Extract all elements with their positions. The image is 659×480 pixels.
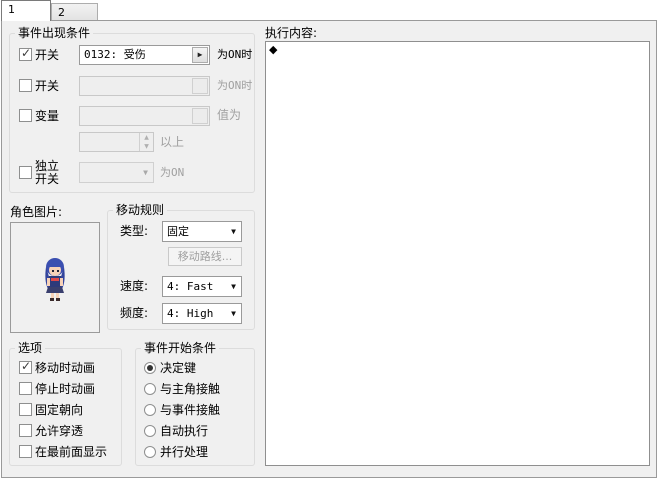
trigger-label: 与主角接触	[160, 382, 221, 396]
move-type-select[interactable]: 固定 ▼	[162, 221, 242, 242]
trigger-radio-player-touch[interactable]	[144, 383, 156, 395]
event-commands-list[interactable]: ◆	[265, 41, 650, 466]
command-line-empty[interactable]: ◆	[269, 43, 277, 57]
conditions-title: 事件出现条件	[15, 26, 94, 40]
variable-amount-suffix: 以上	[160, 135, 185, 149]
trigger-radio-action-button[interactable]	[144, 362, 156, 374]
stepper-arrows[interactable]: ▲ ▼	[139, 133, 153, 151]
tab-label: 1	[8, 3, 15, 16]
ellipsis-icon	[192, 78, 208, 94]
move-type-value: 固定	[167, 225, 189, 238]
self-switch-label-line2: 开关	[35, 172, 60, 186]
switch2-label: 开关	[35, 79, 60, 93]
move-freq-label: 频度:	[120, 306, 149, 320]
move-freq-select[interactable]: 4: High ▼	[162, 303, 242, 324]
variable-field[interactable]	[79, 106, 210, 126]
switch2-checkbox[interactable]	[19, 79, 32, 92]
option-label: 固定朝向	[35, 403, 84, 417]
chevron-down-icon: ▼	[143, 168, 148, 177]
ellipsis-icon[interactable]: ▶	[192, 47, 208, 63]
option-checkbox-through[interactable]	[19, 424, 32, 437]
check-icon: ✓	[21, 359, 32, 373]
switch1-checkbox[interactable]: ✓	[19, 46, 32, 61]
ellipsis-icon	[192, 108, 208, 124]
trigger-radio-event-touch[interactable]	[144, 404, 156, 416]
option-label: 移动时动画	[35, 361, 96, 375]
move-type-label: 类型:	[120, 224, 149, 238]
check-icon: ✓	[21, 46, 32, 60]
tab-page-1[interactable]: 1	[1, 0, 51, 21]
move-speed-select[interactable]: 4: Fast ▼	[162, 276, 242, 297]
movement-title: 移动规则	[113, 203, 168, 217]
switch1-suffix: 为ON时	[217, 48, 253, 61]
variable-label: 变量	[35, 109, 60, 123]
self-switch-select[interactable]: ▼	[79, 162, 154, 183]
option-checkbox-step-anim[interactable]	[19, 382, 32, 395]
option-checkbox-walk-anim[interactable]: ✓	[19, 359, 32, 374]
trigger-label: 决定键	[160, 361, 197, 375]
trigger-label: 与事件接触	[160, 403, 221, 417]
character-sprite	[45, 258, 65, 301]
option-label: 停止时动画	[35, 382, 96, 396]
options-title: 选项	[15, 341, 46, 355]
chevron-down-icon[interactable]: ▼	[140, 142, 153, 151]
switch2-field[interactable]	[79, 76, 210, 96]
trigger-title: 事件开始条件	[141, 341, 220, 355]
variable-suffix: 值为	[217, 108, 242, 122]
trigger-label: 并行处理	[160, 445, 209, 459]
tab-label: 2	[58, 6, 65, 19]
option-label: 允许穿透	[35, 424, 84, 438]
character-graphic[interactable]	[10, 222, 100, 333]
switch2-suffix: 为ON时	[217, 79, 253, 92]
variable-checkbox[interactable]	[19, 109, 32, 122]
switch1-value: 0132: 受伤	[84, 48, 146, 61]
switch1-label: 开关	[35, 48, 60, 62]
move-freq-value: 4: High	[167, 307, 214, 320]
self-switch-label-line1: 独立	[35, 159, 60, 173]
chevron-down-icon: ▼	[231, 282, 236, 291]
trigger-label: 自动执行	[160, 424, 209, 438]
contents-title: 执行内容:	[265, 26, 318, 40]
trigger-radio-autorun[interactable]	[144, 425, 156, 437]
self-switch-suffix: 为ON	[160, 166, 185, 179]
trigger-radio-parallel[interactable]	[144, 446, 156, 458]
radio-dot	[147, 365, 153, 371]
switch1-field[interactable]: 0132: 受伤 ▶	[79, 45, 210, 65]
chevron-down-icon: ▼	[231, 227, 236, 236]
move-speed-label: 速度:	[120, 279, 149, 293]
variable-amount-stepper[interactable]: ▲ ▼	[79, 132, 154, 152]
chevron-down-icon: ▼	[231, 309, 236, 318]
move-route-button[interactable]: 移动路线...	[168, 247, 242, 266]
option-label: 在最前面显示	[35, 445, 108, 459]
tab-page-2[interactable]: 2	[51, 3, 98, 20]
chevron-up-icon[interactable]: ▲	[140, 133, 153, 142]
option-checkbox-always-on-top[interactable]	[19, 445, 32, 458]
graphic-title: 角色图片:	[10, 205, 63, 219]
option-checkbox-direction-fix[interactable]	[19, 403, 32, 416]
self-switch-checkbox[interactable]	[19, 166, 32, 179]
move-speed-value: 4: Fast	[167, 280, 214, 293]
